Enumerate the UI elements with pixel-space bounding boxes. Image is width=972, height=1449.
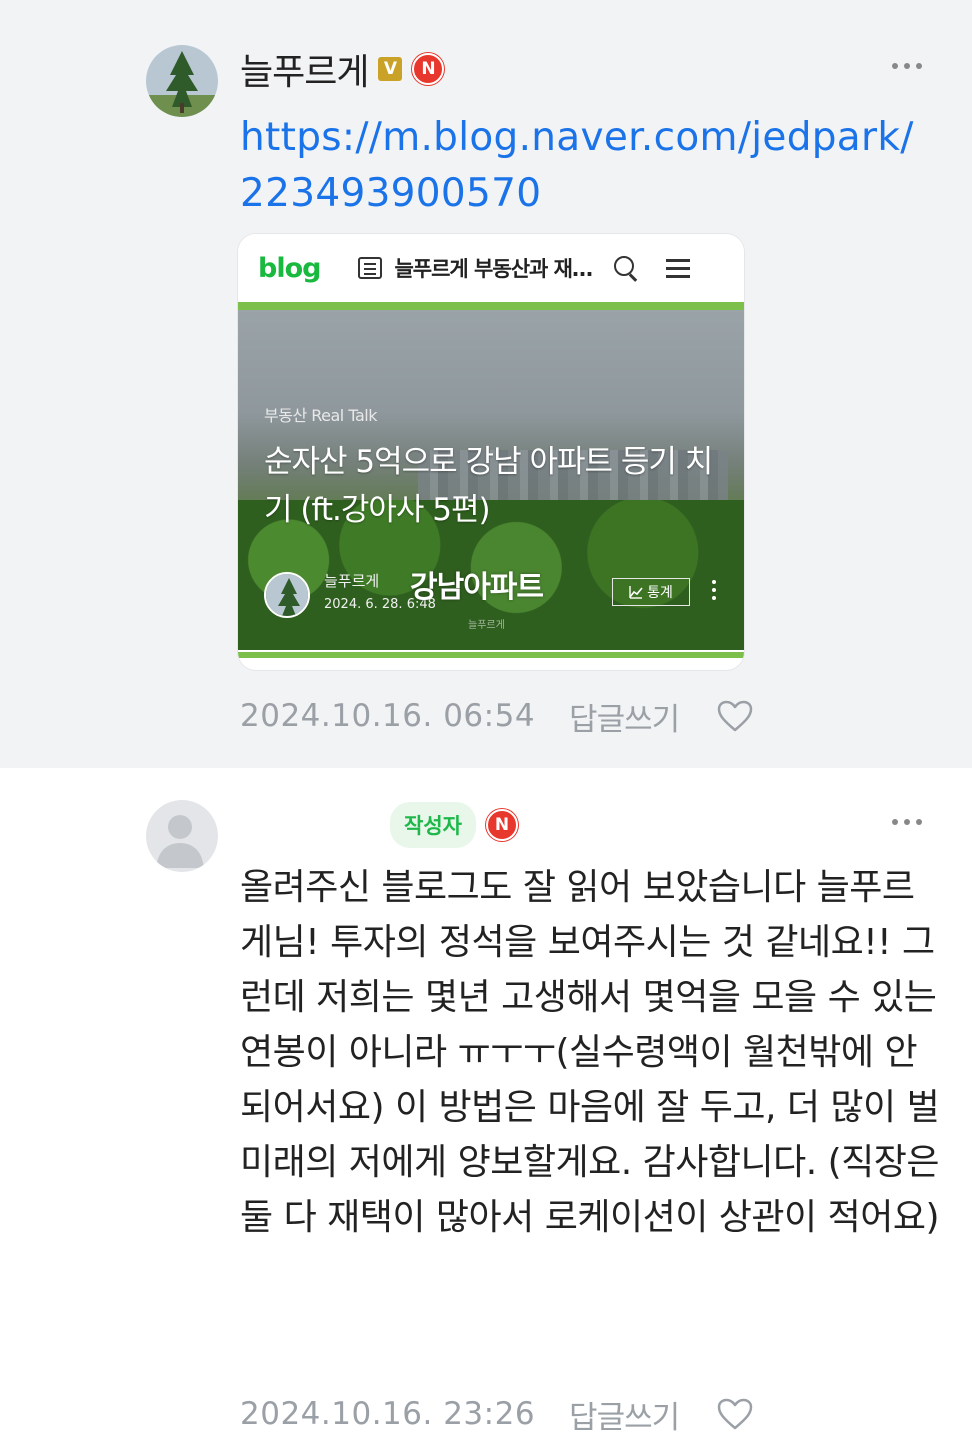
author-avatar bbox=[264, 572, 310, 618]
author-tag: 작성자 bbox=[390, 802, 476, 848]
author-name: 늘푸르게 bbox=[324, 572, 380, 590]
card-bottom-bar bbox=[238, 652, 744, 658]
new-badge: N bbox=[412, 53, 445, 85]
comment-2: 작성자 N 올려주신 블로그도 잘 읽어 보았습니다 늘푸르게님! 투자의 정석… bbox=[0, 768, 972, 1449]
search-icon bbox=[613, 256, 638, 280]
stats-icon bbox=[629, 586, 643, 599]
comment-date: 2024.10.16. 06:54 bbox=[240, 698, 536, 734]
avatar[interactable] bbox=[146, 800, 218, 872]
new-badge: N bbox=[485, 809, 518, 841]
cover-overlay-text: 강남아파트 bbox=[410, 570, 544, 605]
nickname[interactable]: 늘푸르게 bbox=[240, 43, 369, 95]
blog-logo: blog bbox=[258, 252, 321, 284]
post-cover-image: 부동산 Real Talk 순자산 5억으로 강남 아파트 등기 치기 (ft.… bbox=[238, 310, 744, 650]
stats-button: 통계 bbox=[612, 578, 690, 606]
name-row: 작성자 N bbox=[240, 802, 518, 848]
more-icon[interactable] bbox=[892, 819, 922, 825]
blog-link[interactable]: https://m.blog.naver.com/jedpark/2234939… bbox=[240, 110, 930, 222]
heart-icon[interactable] bbox=[717, 700, 753, 732]
reply-button[interactable]: 답글쓰기 bbox=[569, 694, 680, 739]
comment-date: 2024.10.16. 23:26 bbox=[240, 1396, 536, 1432]
menu-icon bbox=[665, 259, 690, 277]
avatar[interactable] bbox=[146, 45, 218, 117]
stats-label: 통계 bbox=[647, 585, 673, 601]
list-icon bbox=[358, 257, 383, 279]
comment-text: 올려주신 블로그도 잘 읽어 보았습니다 늘푸르게님! 투자의 정석을 보여주시… bbox=[240, 867, 940, 1238]
watermark: 늘푸르게 bbox=[468, 620, 505, 631]
card-header-title: 늘푸르게 부동산과 재… bbox=[394, 257, 593, 281]
verified-badge: V bbox=[378, 57, 403, 81]
comment-1: 늘푸르게 V N https://m.blog.naver.com/jedpar… bbox=[0, 0, 972, 768]
more-icon[interactable] bbox=[892, 63, 922, 69]
card-header: blog 늘푸르게 부동산과 재… bbox=[238, 234, 744, 302]
name-row: 늘푸르게 V N bbox=[240, 43, 445, 95]
card-more-icon bbox=[712, 580, 716, 602]
reply-button[interactable]: 답글쓰기 bbox=[569, 1392, 680, 1437]
divider bbox=[238, 302, 744, 310]
post-category: 부동산 Real Talk bbox=[264, 406, 377, 425]
link-preview-card[interactable]: blog 늘푸르게 부동산과 재… 부동산 Real Talk 순자산 5억으로… bbox=[238, 234, 744, 670]
post-title: 순자산 5억으로 강남 아파트 등기 치기 (ft.강아사 5편) bbox=[264, 444, 713, 528]
comment-meta: 2024.10.16. 23:26 답글쓰기 bbox=[240, 1392, 753, 1436]
heart-icon[interactable] bbox=[717, 1398, 753, 1430]
comment-meta: 2024.10.16. 06:54 답글쓰기 bbox=[240, 694, 753, 738]
